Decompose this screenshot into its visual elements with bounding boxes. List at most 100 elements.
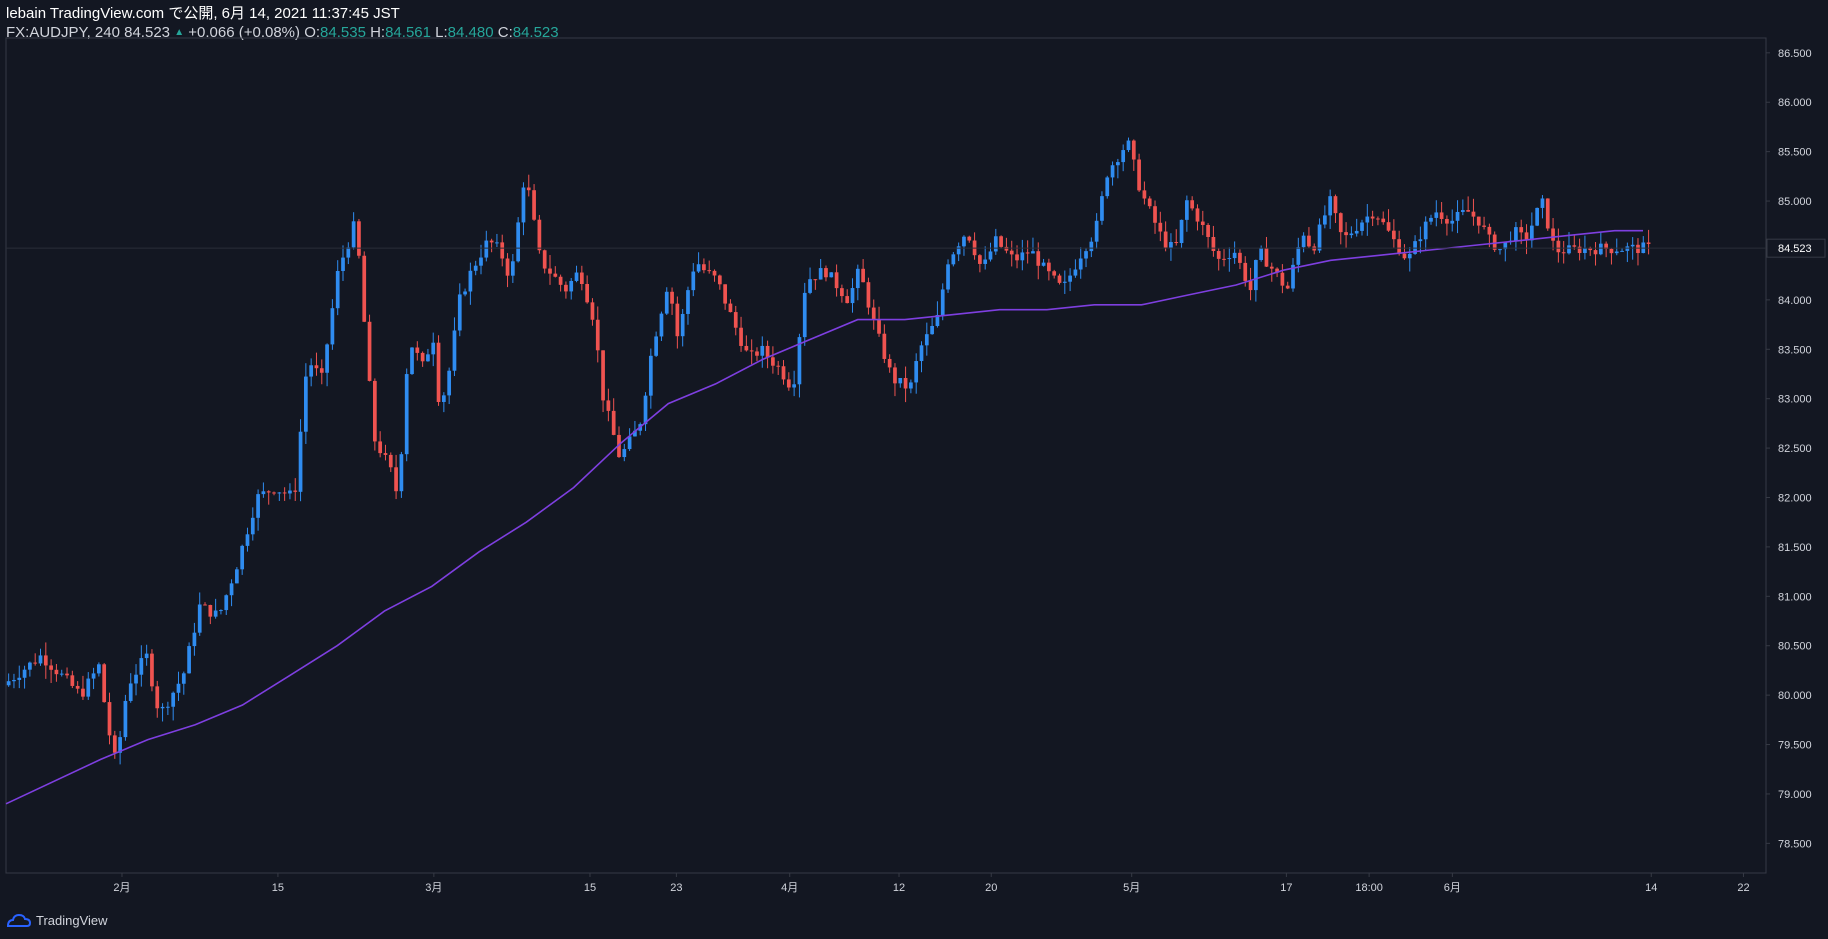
candle — [1015, 245, 1019, 269]
candle — [495, 233, 499, 248]
x-tick-label: 17 — [1280, 882, 1292, 894]
y-tick-label: 80.500 — [1778, 641, 1812, 653]
candle — [808, 267, 812, 295]
candle — [1100, 191, 1104, 225]
candle — [1105, 175, 1110, 199]
candle — [330, 299, 335, 350]
candle — [28, 661, 32, 677]
candle — [12, 673, 16, 689]
y-tick-label: 79.500 — [1778, 740, 1812, 752]
candle — [1455, 200, 1460, 234]
time-axis[interactable]: 2月 15 3月 15 23 4月 12 20 5月 17 18:00 6月 14 22 — [113, 873, 1750, 894]
candle — [139, 645, 144, 687]
y-tick-label: 86.000 — [1778, 97, 1812, 109]
candle — [802, 282, 807, 346]
candle — [457, 283, 462, 337]
candle — [903, 366, 908, 403]
candle — [924, 322, 929, 356]
candle — [951, 252, 956, 267]
candle — [219, 609, 223, 615]
y-tick-label: 82.000 — [1778, 492, 1812, 504]
candle — [855, 264, 860, 301]
candle — [1254, 259, 1258, 302]
candle — [978, 254, 982, 273]
candle — [1190, 196, 1195, 211]
candle — [65, 667, 69, 679]
candle — [1269, 262, 1274, 282]
candle — [1482, 216, 1486, 230]
candle — [372, 378, 377, 451]
candle — [1328, 189, 1333, 229]
candle — [866, 277, 871, 315]
candle — [845, 289, 850, 304]
candle — [1508, 231, 1513, 245]
candle — [102, 663, 107, 703]
moving-average-line — [5, 229, 1643, 805]
candle — [1307, 227, 1311, 249]
candle — [22, 665, 27, 689]
candle — [505, 253, 510, 288]
candle — [1110, 161, 1115, 186]
candle — [993, 228, 998, 255]
candle — [548, 255, 552, 285]
candle — [1052, 269, 1057, 279]
candle — [1360, 219, 1364, 236]
candle — [250, 507, 255, 541]
candle — [54, 663, 59, 682]
y-tick-label: 79.000 — [1778, 789, 1812, 801]
price-axis[interactable]: 78.500 79.000 79.500 80.000 80.500 81.000 81.5… — [1766, 48, 1812, 851]
y-tick-label: 85.000 — [1778, 196, 1812, 208]
candle — [871, 299, 876, 330]
candle — [319, 359, 324, 385]
candle — [357, 218, 361, 259]
candle — [134, 664, 138, 696]
candle — [229, 579, 234, 607]
candle — [755, 347, 759, 362]
candle — [17, 665, 22, 689]
x-tick-label: 4月 — [781, 882, 798, 894]
candle — [654, 331, 658, 357]
candle — [882, 324, 887, 364]
candle — [426, 348, 430, 362]
candle — [309, 358, 314, 387]
candle — [1423, 216, 1428, 251]
x-tick-label: 20 — [985, 882, 997, 894]
y-tick-label: 83.500 — [1778, 344, 1812, 356]
candle — [1238, 249, 1242, 270]
candle — [1365, 204, 1370, 236]
candle — [569, 277, 574, 300]
candle — [1604, 241, 1608, 258]
candle — [675, 296, 680, 349]
tradingview-logo[interactable]: TradingView — [6, 910, 108, 930]
candle — [1407, 247, 1412, 272]
candle — [473, 260, 478, 276]
candle — [919, 341, 924, 373]
candle — [351, 212, 356, 250]
candle — [367, 314, 372, 382]
candle — [463, 288, 467, 297]
candle — [648, 348, 653, 409]
x-tick-label: 12 — [893, 882, 905, 894]
candle — [256, 489, 260, 531]
candle — [601, 350, 605, 413]
candle — [1556, 228, 1561, 263]
x-tick-label: 15 — [272, 882, 284, 894]
price-chart[interactable]: 78.500 79.000 79.500 80.000 80.500 81.000 81.5… — [0, 0, 1828, 939]
candle — [1583, 235, 1587, 260]
candle — [404, 368, 409, 462]
candle — [1301, 232, 1306, 253]
candle — [1460, 199, 1465, 216]
candle — [771, 346, 775, 374]
candle — [1073, 259, 1078, 278]
candle — [1227, 247, 1232, 272]
candle — [776, 360, 781, 375]
candle — [479, 244, 483, 275]
y-tick-label: 83.000 — [1778, 394, 1812, 406]
candle — [962, 235, 966, 256]
candle — [553, 266, 558, 278]
candle — [266, 490, 271, 505]
candle — [1429, 214, 1433, 225]
candle — [1222, 249, 1226, 267]
candle — [680, 309, 685, 347]
candle — [850, 278, 855, 313]
